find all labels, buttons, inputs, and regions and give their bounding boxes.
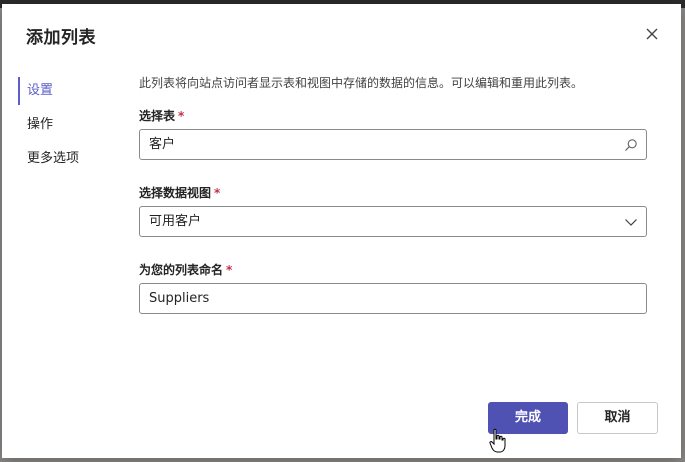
table-field-label: 选择表 * (139, 107, 184, 124)
nav-item-actions[interactable]: 操作 (18, 108, 118, 142)
done-button[interactable]: 完成 (488, 402, 568, 434)
nav-item-label: 操作 (27, 117, 54, 132)
required-mark: * (226, 263, 233, 277)
table-select-value: 客户 (149, 137, 176, 152)
view-select-dropdown[interactable]: 可用客户 (139, 206, 647, 237)
dialog-nav: 设置 操作 更多选项 (18, 74, 118, 176)
table-select-input[interactable]: 客户 (139, 129, 647, 160)
view-field-label-text: 选择数据视图 (139, 186, 212, 200)
nav-item-more-options[interactable]: 更多选项 (18, 142, 118, 176)
view-select-value: 可用客户 (149, 214, 202, 229)
list-name-field-box (139, 283, 647, 314)
add-list-dialog: 添加列表 设置 操作 更多选项 此列表将向站点访问者显示表和视图中存储的数据的信… (2, 4, 681, 458)
search-icon (625, 139, 637, 151)
cancel-button[interactable]: 取消 (577, 402, 658, 434)
required-mark: * (178, 109, 185, 123)
close-icon (646, 28, 658, 40)
name-field-label: 为您的列表命名 * (139, 261, 232, 278)
nav-item-label: 更多选项 (27, 151, 80, 166)
settings-description: 此列表将向站点访问者显示表和视图中存储的数据的信息。可以编辑和重用此列表。 (139, 76, 584, 90)
chevron-down-icon (625, 219, 637, 226)
table-field-label-text: 选择表 (139, 109, 176, 123)
settings-panel: 此列表将向站点访问者显示表和视图中存储的数据的信息。可以编辑和重用此列表。 选择… (139, 74, 659, 314)
dialog-title: 添加列表 (26, 28, 96, 48)
list-name-input[interactable] (149, 291, 609, 306)
required-mark: * (214, 186, 221, 200)
view-field-label: 选择数据视图 * (139, 184, 220, 201)
nav-item-label: 设置 (27, 83, 54, 98)
name-field-label-text: 为您的列表命名 (139, 263, 224, 277)
close-button[interactable] (642, 24, 662, 44)
nav-item-settings[interactable]: 设置 (18, 74, 118, 108)
